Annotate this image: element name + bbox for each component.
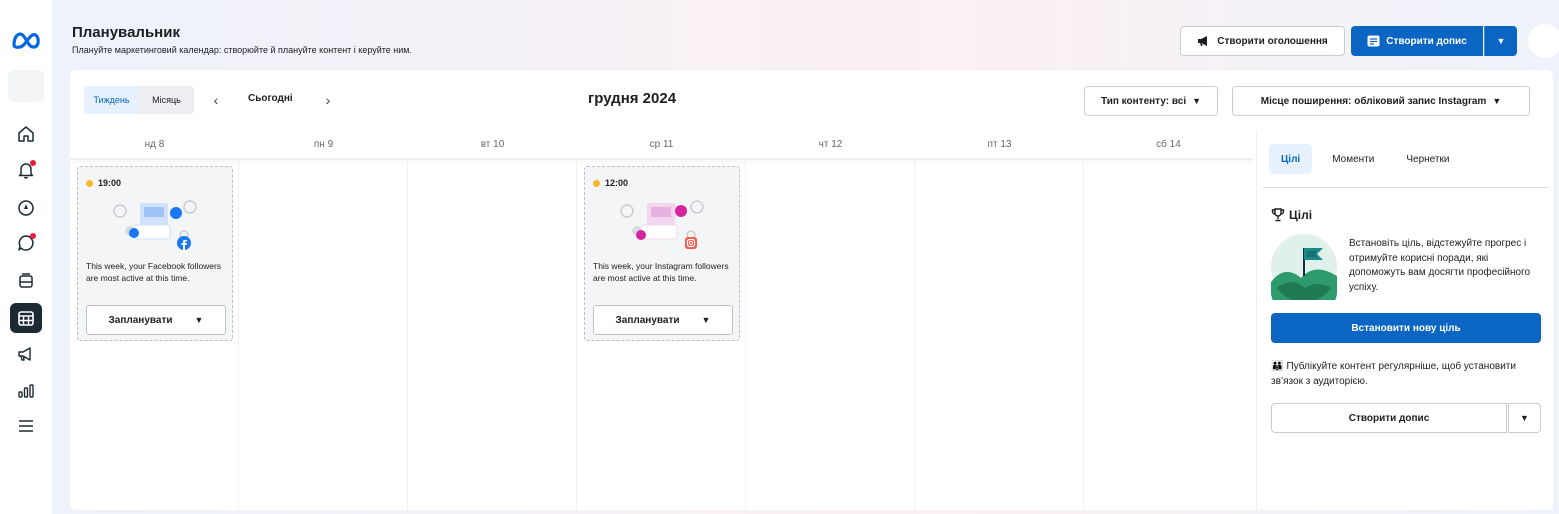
ads-icon[interactable] [12, 340, 40, 368]
instagram-illustration-icon [620, 200, 704, 249]
day-column[interactable] [746, 160, 915, 510]
day-header: пн 9 [313, 138, 334, 150]
tab-moments[interactable]: Моменти [1320, 144, 1386, 174]
day-header: сб 14 [1156, 138, 1181, 150]
view-toggle: Тиждень Місяць [84, 86, 194, 114]
chevron-left-icon[interactable]: ‹ [208, 90, 224, 110]
page-title: Планувальник [72, 24, 180, 41]
suggested-time: 12:00 [593, 178, 628, 188]
planner-icon[interactable] [10, 303, 42, 333]
trophy-icon [1271, 208, 1285, 222]
time-label: 12:00 [605, 178, 629, 188]
goals-sidebar: Цілі Моменти Чернетки Цілі Встановіть ці… [1256, 130, 1553, 510]
schedule-label: Запланувати [615, 314, 680, 326]
home-icon[interactable] [12, 120, 40, 148]
sidebar-create-post-button[interactable]: Створити допис [1271, 403, 1507, 433]
tip-text: Публікуйте контент регулярніше, щоб уста… [1271, 361, 1516, 387]
create-ad-label: Створити оголошення [1217, 35, 1328, 47]
compass-icon[interactable] [12, 194, 40, 222]
create-post-button[interactable]: Створити допис [1351, 26, 1483, 56]
suggested-time-card[interactable]: 12:00 This week, your Instagram follower… [584, 166, 740, 341]
megaphone-icon [1198, 36, 1208, 46]
period-title: грудня 2024 [588, 90, 677, 107]
day-column[interactable] [915, 160, 1084, 510]
chevron-down-icon: ▼ [1520, 413, 1529, 423]
goals-description: Встановіть ціль, відстежуйте прогрес і о… [1349, 238, 1531, 293]
avatar[interactable] [1528, 24, 1559, 58]
create-post-label: Створити допис [1386, 35, 1467, 47]
chevron-down-icon: ▼ [1492, 96, 1502, 106]
schedule-label: Запланувати [108, 314, 173, 326]
suggestion-message: This week, your Instagram followers are … [593, 261, 729, 283]
suggestion-message: This week, your Facebook followers are m… [86, 261, 222, 283]
notification-dot [30, 160, 36, 166]
menu-icon[interactable] [12, 412, 40, 440]
page-subtitle: Плануйте маркетинговий календар: створюй… [72, 45, 412, 55]
planner-panel: Тиждень Місяць ‹ Сьогодні › грудня 2024 … [70, 70, 1553, 510]
post-icon [1367, 35, 1380, 47]
chevron-down-icon: ▼ [194, 315, 204, 325]
chevron-down-icon: ▼ [1496, 36, 1506, 46]
placement-filter[interactable]: Місце поширення: обліковий запис Instagr… [1232, 86, 1530, 116]
view-week-option[interactable]: Тиждень [84, 86, 139, 114]
placement-label: Місце поширення: обліковий запис Instagr… [1260, 95, 1487, 107]
suggested-time: 19:00 [86, 178, 121, 188]
sparkle-icon [86, 179, 93, 187]
content-icon[interactable] [12, 267, 40, 295]
create-post-dropdown[interactable]: ▼ [1484, 26, 1517, 56]
meta-logo-icon[interactable] [10, 26, 42, 54]
content-type-filter[interactable]: Тип контенту: всі ▼ [1084, 86, 1218, 116]
account-switcher[interactable] [8, 70, 44, 102]
chevron-down-icon: ▼ [1192, 96, 1202, 106]
schedule-button[interactable]: Запланувати ▼ [593, 305, 733, 335]
tab-drafts[interactable]: Чернетки [1394, 144, 1461, 174]
main-area: Планувальник Плануйте маркетинговий кале… [52, 0, 1559, 514]
sparkle-icon [593, 179, 600, 187]
day-header: пт 13 [987, 138, 1012, 150]
chevron-down-icon: ▼ [701, 315, 711, 325]
people-icon: 👪 [1271, 361, 1284, 372]
left-nav [0, 0, 52, 514]
day-column[interactable] [239, 160, 408, 510]
sidebar-create-post-dropdown[interactable]: ▼ [1508, 403, 1541, 433]
message-dot [30, 233, 36, 239]
time-label: 19:00 [98, 178, 122, 188]
day-column[interactable] [1084, 160, 1253, 510]
messages-icon[interactable] [12, 229, 40, 257]
insights-icon[interactable] [12, 377, 40, 405]
view-month-option[interactable]: Місяць [139, 86, 194, 114]
set-new-goal-button[interactable]: Встановити нову ціль [1271, 313, 1541, 343]
goal-flag-illustration-icon [1271, 234, 1337, 300]
content-type-label: Тип контенту: всі [1100, 95, 1187, 107]
goals-title: Цілі [1289, 208, 1313, 222]
day-column[interactable] [408, 160, 577, 510]
sidebar-tabs: Цілі Моменти Чернетки [1269, 144, 1461, 174]
day-header: вт 10 [480, 138, 505, 150]
day-header: ср 11 [649, 138, 674, 150]
tab-goals[interactable]: Цілі [1269, 144, 1313, 174]
facebook-illustration-icon [113, 200, 197, 250]
create-ad-button[interactable]: Створити оголошення [1180, 26, 1345, 56]
sidebar-divider [1263, 187, 1548, 188]
chevron-right-icon[interactable]: › [320, 90, 336, 110]
notifications-icon[interactable] [12, 156, 40, 184]
day-header: нд 8 [144, 138, 165, 150]
goal-tip: 👪 Публікуйте контент регулярніше, щоб уст… [1271, 359, 1541, 389]
today-button[interactable]: Сьогодні [248, 93, 293, 104]
suggested-time-card[interactable]: 19:00 This week, your Facebook followers… [77, 166, 233, 341]
goals-heading: Цілі [1271, 208, 1312, 222]
day-header: чт 12 [818, 138, 843, 150]
schedule-button[interactable]: Запланувати ▼ [86, 305, 226, 335]
